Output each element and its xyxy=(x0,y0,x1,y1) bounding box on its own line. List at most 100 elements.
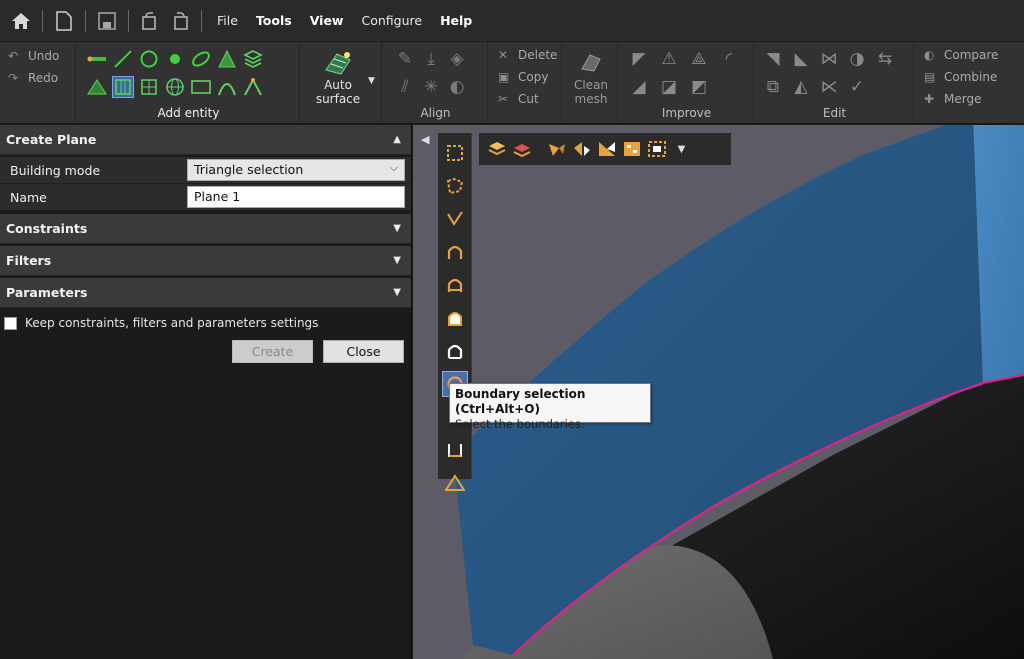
lasso-selection-icon[interactable] xyxy=(442,173,468,199)
new-file-icon[interactable] xyxy=(49,6,79,36)
triangle-plane-icon[interactable] xyxy=(86,76,108,98)
circle-icon[interactable] xyxy=(138,48,160,70)
copy-button[interactable]: ▣ Copy xyxy=(490,66,561,88)
filters-section[interactable]: Filters ▼ xyxy=(0,246,411,276)
align-lines-icon[interactable]: ⫽ xyxy=(394,76,416,98)
align-best-fit-icon[interactable]: ✎ xyxy=(394,48,416,70)
redo-history-icon[interactable] xyxy=(165,6,195,36)
layers-icon[interactable] xyxy=(242,48,264,70)
compare-button[interactable]: ◐ Compare xyxy=(916,44,1024,66)
name-input[interactable]: Plane 1 xyxy=(187,186,405,208)
menu-tools[interactable]: Tools xyxy=(247,13,301,28)
collapse-panel-icon[interactable]: ◀ xyxy=(421,133,429,146)
bend-icon[interactable]: ◭ xyxy=(790,76,812,98)
cut-button[interactable]: ✂ Cut xyxy=(490,88,561,110)
smooth-icon[interactable]: ◤ xyxy=(628,48,650,70)
project-icon[interactable]: ⧉ xyxy=(762,76,784,98)
sphere-icon[interactable] xyxy=(164,76,186,98)
sharpen-icon[interactable]: ◢ xyxy=(628,76,650,98)
align-points-icon[interactable]: ✳ xyxy=(420,76,442,98)
extend-icon[interactable]: ◣ xyxy=(790,48,812,70)
delete-button[interactable]: ✕ Delete xyxy=(490,44,561,66)
layer-select-icon[interactable] xyxy=(485,138,508,161)
merge-button[interactable]: ✚ Merge xyxy=(916,88,1024,110)
compare-label: Compare xyxy=(944,48,999,62)
menu-file[interactable]: File xyxy=(208,13,247,28)
curvature-icon[interactable]: ◜ xyxy=(718,48,740,70)
mirror-icon[interactable]: ◑ xyxy=(846,48,868,70)
surface-selection-outline-icon[interactable] xyxy=(442,305,468,331)
layer-add-icon[interactable] xyxy=(510,138,533,161)
select-grid-icon[interactable] xyxy=(620,138,643,161)
auto-surface-label-1: Auto xyxy=(324,78,352,92)
combine-button[interactable]: ▤ Combine xyxy=(916,66,1024,88)
ellipse-icon[interactable] xyxy=(190,48,212,70)
trim-icon[interactable]: ◥ xyxy=(762,48,784,70)
select-edge-icon[interactable] xyxy=(595,138,618,161)
polyline-icon[interactable] xyxy=(242,76,264,98)
auto-surface-dropdown-icon[interactable]: ▼ xyxy=(368,76,375,86)
surface-selection-icon[interactable] xyxy=(442,239,468,265)
ribbon-group-clean-mesh: Clean mesh xyxy=(564,42,618,124)
rectangle-selection-icon[interactable] xyxy=(442,140,468,166)
building-mode-select[interactable]: Triangle selection ⌵ xyxy=(187,159,405,181)
cone-icon[interactable] xyxy=(216,48,238,70)
create-button[interactable]: Create xyxy=(232,340,313,363)
undo-history-icon[interactable] xyxy=(135,6,165,36)
constraints-label: Constraints xyxy=(6,221,88,236)
frame-selection-icon[interactable] xyxy=(442,437,468,463)
line-segment-icon[interactable] xyxy=(86,48,108,70)
parameters-section[interactable]: Parameters ▼ xyxy=(0,278,411,308)
constraints-section[interactable]: Constraints ▼ xyxy=(0,214,411,244)
parameters-label: Parameters xyxy=(6,285,88,300)
ribbon-group-add-entity: Add entity xyxy=(78,42,300,124)
create-plane-header[interactable]: Create Plane ▲ xyxy=(0,125,411,155)
line-icon[interactable] xyxy=(112,48,134,70)
menu-view[interactable]: View xyxy=(301,13,353,28)
align-shape-icon[interactable]: ◐ xyxy=(446,76,468,98)
chevron-down-icon: ▼ xyxy=(393,255,401,266)
polyline-selection-icon[interactable] xyxy=(442,206,468,232)
toolbar-dropdown-icon[interactable]: ▼ xyxy=(670,138,693,161)
fill-holes-icon[interactable]: ⚠ xyxy=(658,48,680,70)
menu-configure[interactable]: Configure xyxy=(352,13,431,28)
optimize-icon[interactable]: ◩ xyxy=(688,76,710,98)
select-invert-icon[interactable] xyxy=(645,138,668,161)
menu-help[interactable]: Help xyxy=(431,13,481,28)
select-through-icon[interactable] xyxy=(570,138,593,161)
home-icon[interactable] xyxy=(6,6,36,36)
triangle-selection-icon[interactable] xyxy=(442,470,468,496)
rectangle-icon[interactable] xyxy=(190,76,212,98)
separator xyxy=(42,9,43,32)
redo-label: Redo xyxy=(28,71,59,85)
point-icon[interactable] xyxy=(164,48,186,70)
copy-icon: ▣ xyxy=(498,70,510,84)
delete-icon: ✕ xyxy=(498,48,509,62)
offset-icon[interactable]: ⇆ xyxy=(874,48,896,70)
select-front-icon[interactable] xyxy=(545,138,568,161)
keep-settings-label: Keep constraints, filters and parameters… xyxy=(25,316,319,330)
white-surface-selection-icon[interactable] xyxy=(442,338,468,364)
3d-viewport[interactable]: ◀ ▼ Boundary selection (Ctrl+Alt+O) Sele… xyxy=(413,125,1024,659)
refine-icon[interactable]: ⟁ xyxy=(688,48,710,70)
save-icon[interactable] xyxy=(92,6,122,36)
close-button[interactable]: Close xyxy=(323,340,404,363)
validate-icon[interactable]: ✓ xyxy=(846,76,868,98)
align-pin-icon[interactable]: ⤓ xyxy=(420,48,442,70)
plane-icon-active[interactable] xyxy=(112,76,134,98)
building-mode-value: Triangle selection xyxy=(194,162,304,177)
auto-surface-button[interactable]: Auto surface xyxy=(310,48,366,106)
surface-selection-filled-icon[interactable] xyxy=(442,272,468,298)
undo-button[interactable]: ↶ Undo xyxy=(0,45,75,67)
grid-plane-icon[interactable] xyxy=(138,76,160,98)
add-entity-label: Add entity xyxy=(157,106,220,120)
curve-icon[interactable] xyxy=(216,76,238,98)
clean-mesh-button[interactable]: Clean mesh xyxy=(566,48,616,106)
split-icon[interactable]: ⋈ xyxy=(818,48,840,70)
keep-settings-checkbox[interactable] xyxy=(4,316,17,330)
redo-button[interactable]: ↷ Redo xyxy=(0,67,75,89)
tooltip-title: Boundary selection (Ctrl+Alt+O) xyxy=(455,387,586,416)
align-surface-icon[interactable]: ◈ xyxy=(446,48,468,70)
decimate-icon[interactable]: ◪ xyxy=(658,76,680,98)
unfold-icon[interactable]: ⋉ xyxy=(818,76,840,98)
